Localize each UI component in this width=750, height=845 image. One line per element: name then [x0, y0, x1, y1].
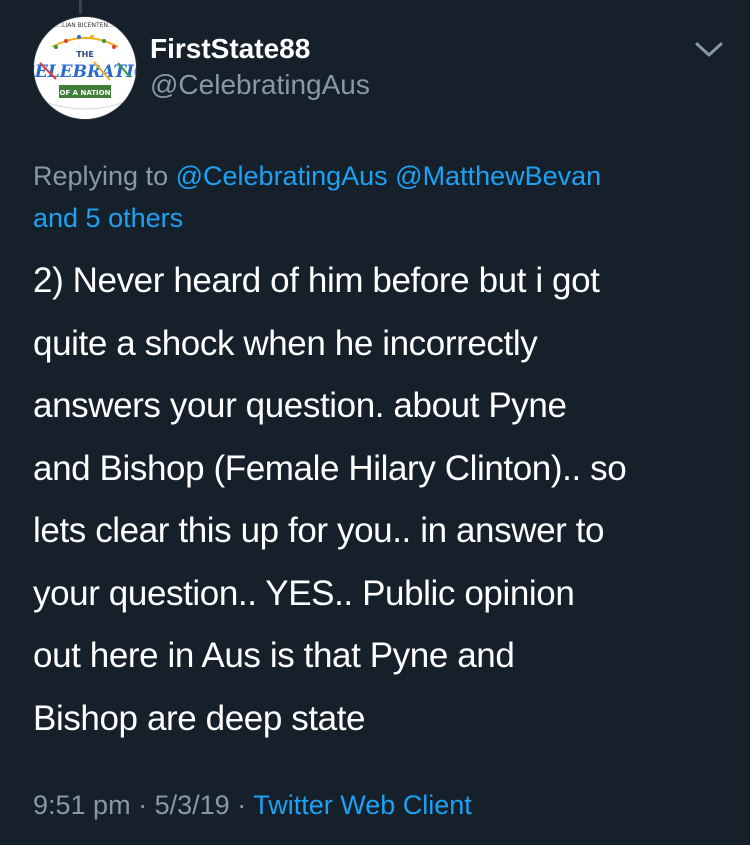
svg-text:…LIAN BICENTEN…: …LIAN BICENTEN… — [56, 22, 114, 29]
others-link[interactable]: and 5 others — [33, 203, 183, 233]
tweet-body-line: out here in Aus is that Pyne and — [33, 636, 515, 675]
tweet-client-link[interactable]: Twitter Web Client — [253, 790, 472, 820]
author-handle[interactable]: @CelebratingAus — [150, 68, 370, 102]
tweet-body-line: lets clear this up for you.. in answer t… — [33, 511, 605, 550]
thread-connector-line — [79, 0, 82, 14]
mention-link[interactable]: @CelebratingAus — [176, 161, 388, 191]
tweet-date[interactable]: 5/3/19 — [155, 790, 230, 820]
avatar[interactable]: …LIAN BICENTEN… THE CELEBRATIO OF A NATI… — [33, 16, 137, 120]
tweet-metadata: 9:51 pm · 5/3/19 · Twitter Web Client — [33, 785, 472, 825]
meta-separator: · — [237, 790, 247, 820]
tweet-body-line: quite a shock when he incorrectly — [33, 323, 538, 363]
tweet-detail: …LIAN BICENTEN… THE CELEBRATIO OF A NATI… — [0, 0, 750, 845]
replying-to-line: Replying to @CelebratingAus @MatthewBeva… — [33, 155, 723, 239]
svg-text:THE: THE — [76, 50, 94, 59]
tweet-body-line: Bishop are deep state — [33, 698, 366, 738]
tweet-body-line: and Bishop (Female Hilary Clinton).. so — [33, 448, 627, 488]
meta-separator: · — [138, 790, 148, 820]
author-display-name[interactable]: FirstState88 — [150, 32, 310, 66]
tweet-body-line: your question.. YES.. Public opinion — [33, 573, 575, 613]
tweet-menu-button[interactable] — [692, 36, 726, 62]
chevron-down-icon — [695, 42, 723, 57]
svg-text:OF A NATION: OF A NATION — [60, 89, 111, 97]
avatar-logo-image: …LIAN BICENTEN… THE CELEBRATIO OF A NATI… — [34, 17, 136, 119]
tweet-time[interactable]: 9:51 pm — [33, 790, 131, 820]
tweet-body-line: answers your question. about Pyne — [33, 386, 567, 425]
mention-link[interactable]: @MatthewBevan — [395, 161, 601, 191]
replying-to-prefix: Replying to — [33, 161, 169, 191]
tweet-body: 2) Never heard of him before but i got q… — [33, 250, 733, 750]
tweet-body-line: 2) Never heard of him before but i got — [33, 261, 600, 300]
